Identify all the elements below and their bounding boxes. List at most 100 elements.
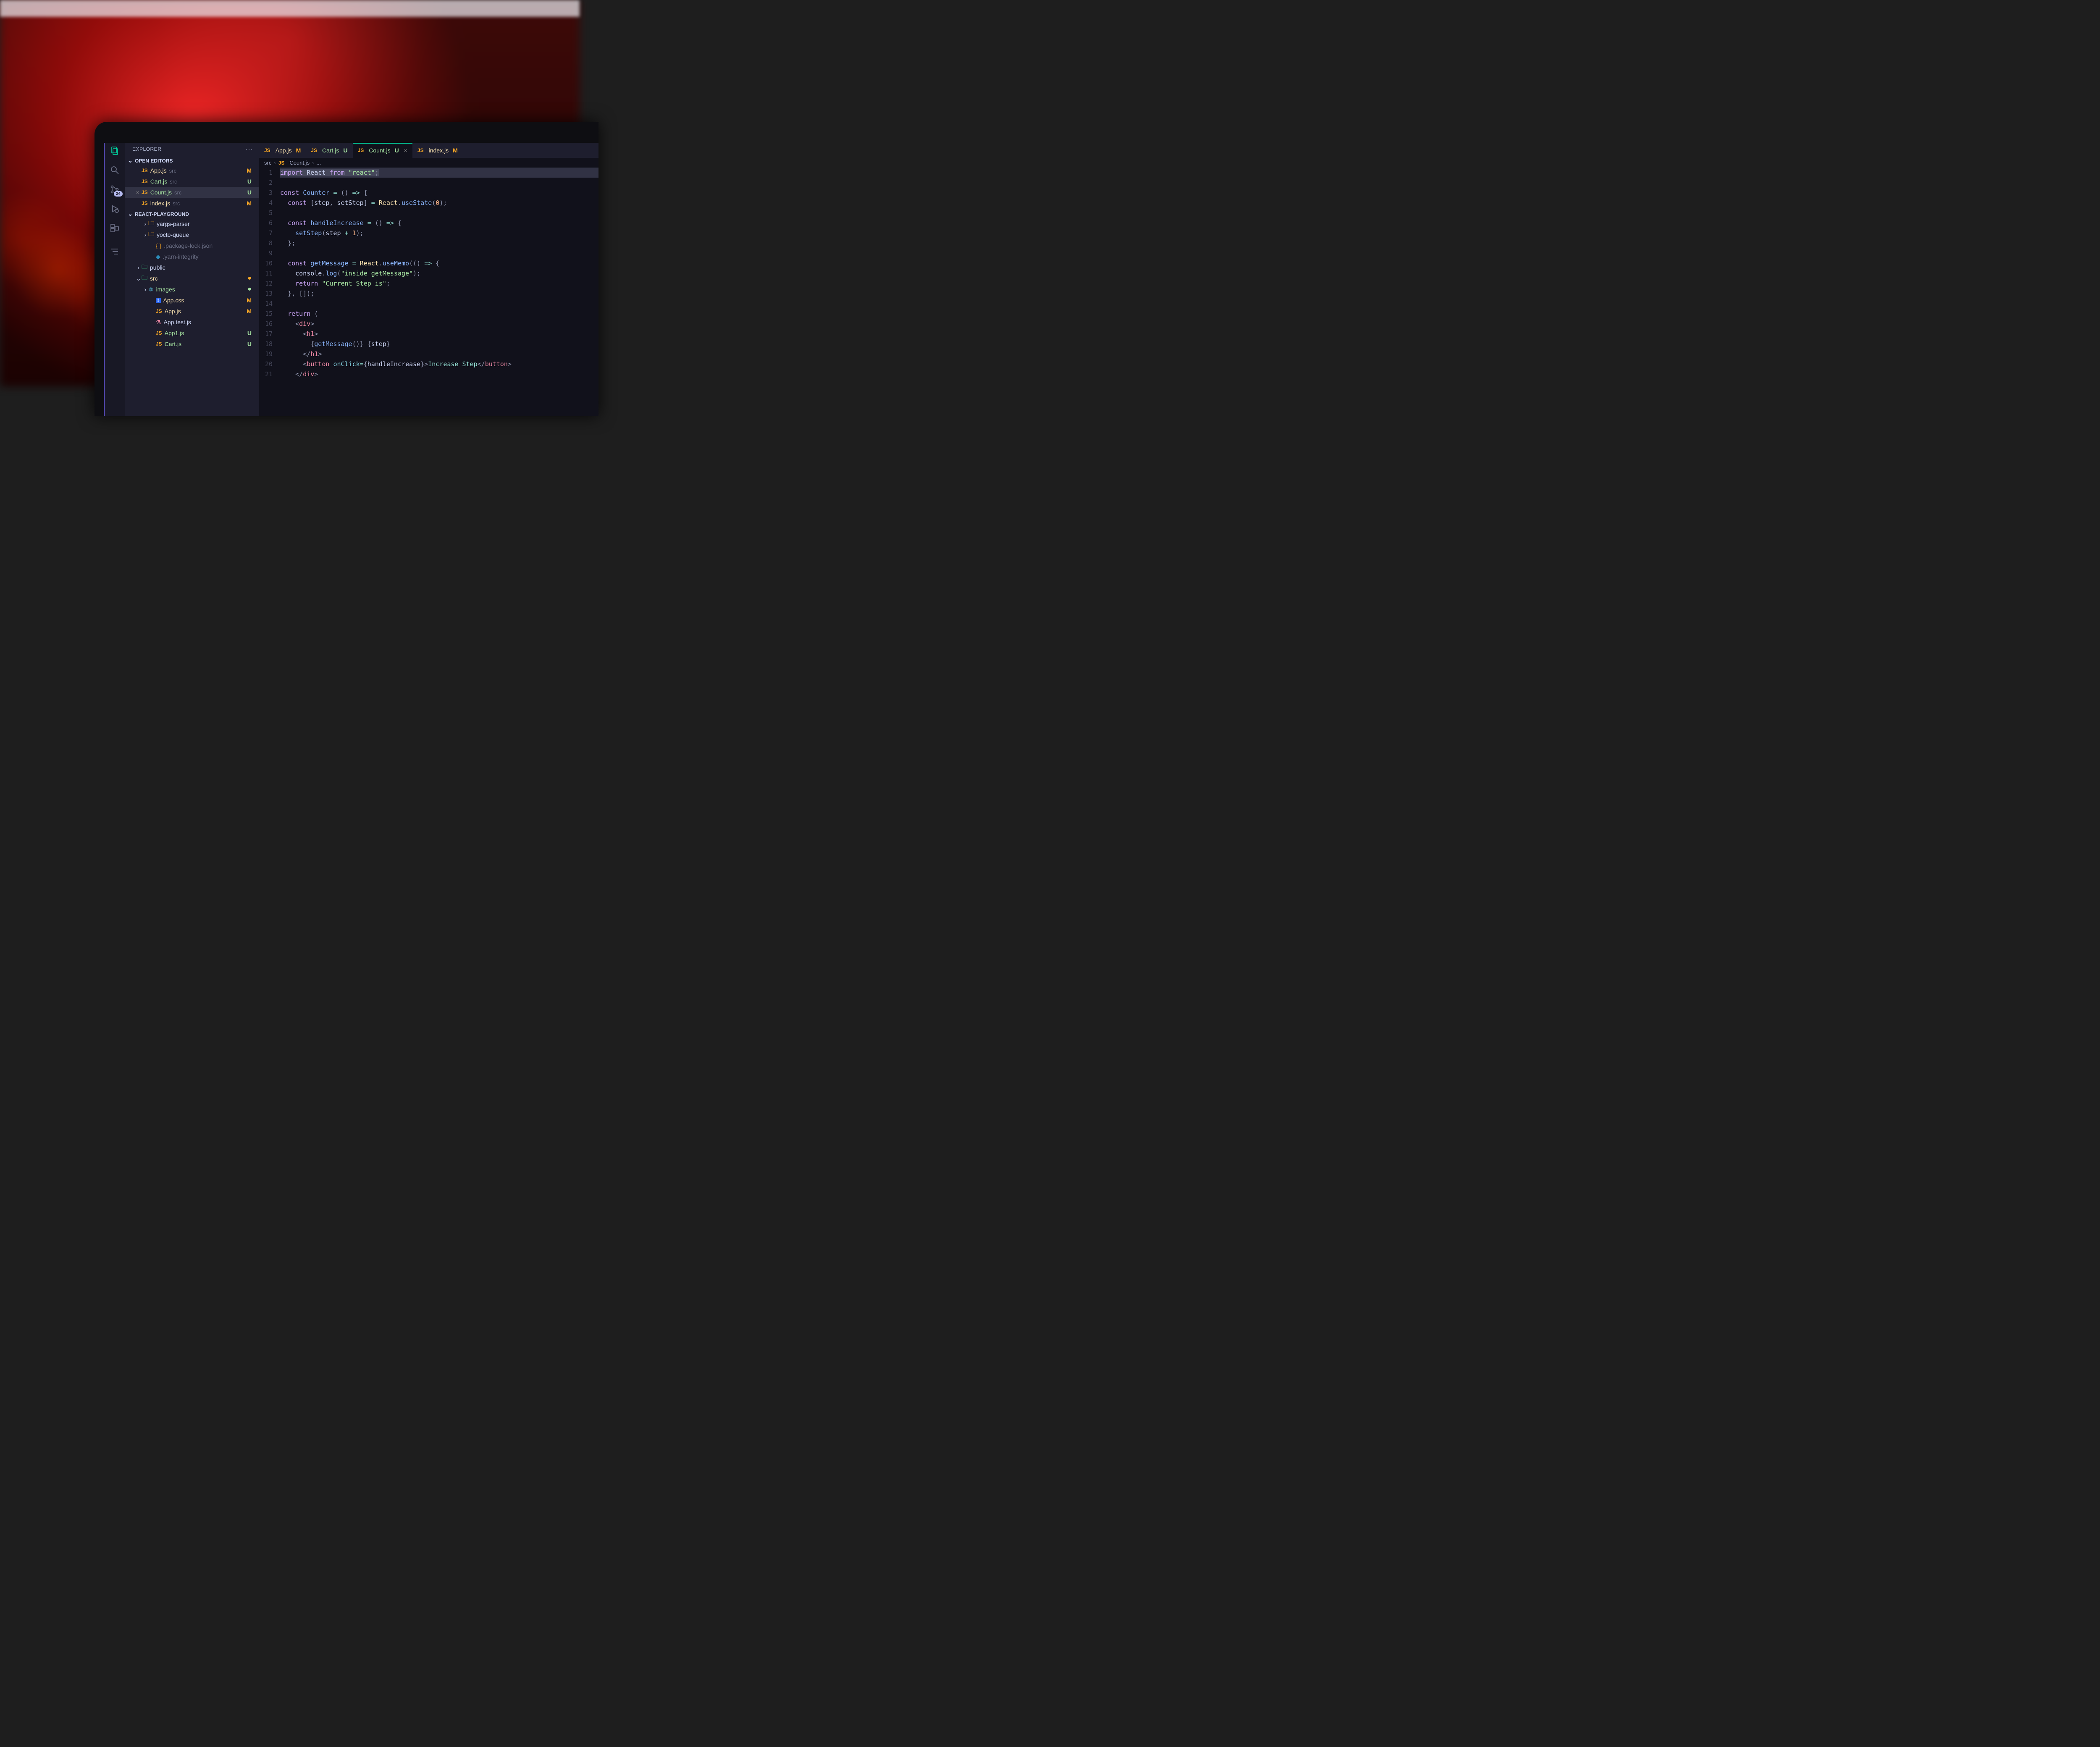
tree-item[interactable]: { }.package-lock.json [125,240,259,251]
more-icon[interactable]: ··· [246,146,253,152]
yarn-icon: ◆ [156,253,160,260]
file-name: Count.js [150,189,172,196]
file-status: M [247,297,252,304]
file-name: App.js [165,308,181,315]
tab-status: U [395,147,399,154]
file-name: App.test.js [164,319,191,325]
js-icon: JS [417,147,424,153]
run-debug-icon[interactable] [109,203,120,214]
tab-label: Cart.js [322,147,339,154]
file-dir: src [173,200,180,207]
tab-status: M [296,147,301,154]
tree-item[interactable]: JSCart.jsU [125,338,259,349]
tab-label: index.js [429,147,449,154]
editor-group: JSApp.jsMJSCart.jsUJSCount.jsU×JSindex.j… [259,143,598,416]
file-name: yocto-queue [157,231,189,238]
file-status: ● [247,275,252,282]
file-dir: src [174,189,181,196]
breadcrumb-sep: › [312,160,314,166]
file-name: App.js [150,167,167,174]
file-status: U [247,178,252,185]
search-icon[interactable] [109,165,120,176]
tree-item[interactable]: JSApp1.js U [125,328,259,338]
tree-item[interactable]: ⌄🗀src ● [125,273,259,284]
editor-tabs: JSApp.jsMJSCart.jsUJSCount.jsU×JSindex.j… [259,143,598,158]
breadcrumb[interactable]: src › JS Count.js › ... [259,158,598,168]
tree-item[interactable]: ›🗀yargs-parser [125,218,259,229]
tab-status: M [453,147,458,154]
tree-item[interactable]: ◆.yarn-integrity [125,251,259,262]
open-editor-item[interactable]: ×JSCount.jssrc U [125,187,259,198]
js-icon: JS [311,147,317,153]
chevron-icon: › [142,220,148,227]
sidebar-title: EXPLORER [132,146,161,152]
activity-bar: 24 [104,143,125,416]
js-icon: JS [156,330,162,336]
tree-item[interactable]: ›🗀public [125,262,259,273]
tree-item[interactable]: 3App.cssM [125,295,259,306]
open-editors-section[interactable]: ⌄ OPEN EDITORS [125,156,259,165]
project-section[interactable]: ⌄ REACT-PLAYGROUND [125,210,259,218]
folder-icon: 🗀 [142,262,147,273]
folder-icon: 🗀 [148,230,154,240]
tab-label: Count.js [369,147,390,154]
close-icon[interactable]: × [404,147,407,154]
file-status: M [247,308,252,315]
line-gutter: 123456789101112131415161718192021 [259,168,280,416]
file-status: M [247,167,252,174]
breadcrumb-tail: ... [316,160,321,166]
open-editor-item[interactable]: JSCart.jssrcU [125,176,259,187]
file-dir: src [169,168,176,174]
react-icon: ⚛ [148,286,154,293]
open-editor-item[interactable]: JSApp.jssrc M [125,165,259,176]
js-icon: JS [142,168,148,173]
tree-item[interactable]: ›⚛images ● [125,284,259,295]
chevron-down-icon: ⌄ [127,157,133,164]
chevron-icon: › [136,264,142,271]
editor-tab[interactable]: JSApp.jsM [259,143,306,158]
file-name: .package-lock.json [164,242,213,249]
tree-item[interactable]: ›🗀yocto-queue [125,229,259,240]
file-status: U [247,330,252,336]
editor-tab[interactable]: JS index.js M [412,143,463,158]
test-icon: ⚗ [156,319,161,326]
extensions-icon[interactable] [109,223,120,233]
js-icon: JS [156,341,162,347]
laptop-bezel: 24 EXPLORER ··· ⌄ OPEN EDITORS JSApp.jss… [94,122,598,416]
file-name: App1.js [165,330,184,336]
scm-badge: 24 [114,191,123,197]
vscode-window: 24 EXPLORER ··· ⌄ OPEN EDITORS JSApp.jss… [104,143,598,416]
breadcrumb-file: Count.js [289,160,310,166]
chevron-icon: › [142,286,148,293]
sidebar: EXPLORER ··· ⌄ OPEN EDITORS JSApp.jssrcM… [125,143,259,416]
folder-icon: 🗀 [148,219,154,229]
json-icon: { } [156,242,161,249]
chevron-icon: › [142,231,148,238]
file-status: ● [247,286,252,293]
open-editors-label: OPEN EDITORS [135,158,173,164]
tree-item[interactable]: JSApp.jsM [125,306,259,317]
file-name: yargs-parser [157,220,190,227]
folder-icon: 🗀 [142,273,147,283]
file-name: .yarn-integrity [163,253,199,260]
css-icon: 3 [156,298,161,303]
code-content[interactable]: import React from "react"; const Counter… [280,168,598,416]
tree-item[interactable]: ⚗App.test.js [125,317,259,328]
source-control-icon[interactable]: 24 [109,184,120,195]
chevron-icon: ⌄ [136,275,142,282]
file-dir: src [170,178,177,185]
file-name: images [156,286,175,293]
file-name: src [150,275,158,282]
editor-tab[interactable]: JSCount.jsU× [353,143,412,158]
explorer-icon[interactable] [109,145,120,156]
ambient-top-bar [0,0,580,17]
outline-icon[interactable] [109,246,120,257]
js-icon: JS [142,189,148,195]
close-icon[interactable]: × [134,189,142,196]
editor-tab[interactable]: JSCart.jsU [306,143,352,158]
file-status: U [247,189,252,196]
file-name: public [150,264,165,271]
code-area[interactable]: 123456789101112131415161718192021 import… [259,168,598,416]
open-editor-item[interactable]: JSindex.jssrcM [125,198,259,209]
file-status: M [247,200,252,207]
